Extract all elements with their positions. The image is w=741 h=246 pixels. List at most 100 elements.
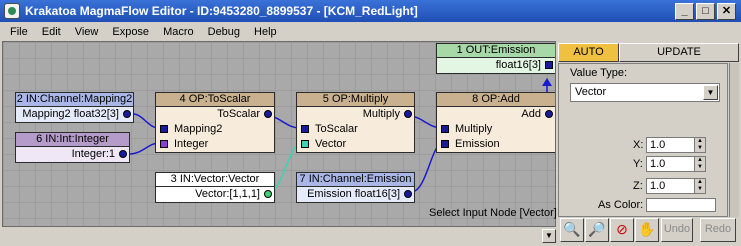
- node-op-multiply-header: 5 OP:Multiply: [297, 93, 414, 107]
- input-port-icon[interactable]: [301, 140, 309, 148]
- value-type-value: Vector: [575, 86, 607, 98]
- port-label: float16[3]: [495, 59, 541, 71]
- node-op-multiply-input-vector: Vector: [297, 137, 414, 152]
- menu-edit[interactable]: Edit: [35, 26, 68, 38]
- port-label: Mapping2 float32[3]: [22, 108, 119, 120]
- node-op-toscalar[interactable]: 4 OP:ToScalar ToScalar Mapping2 Integer: [155, 92, 275, 153]
- close-button[interactable]: ✕: [717, 2, 736, 20]
- spinner-arrows-icon[interactable]: ▲ ▼: [694, 179, 705, 193]
- app-icon: [4, 3, 20, 19]
- node-in-vector-header: 3 IN:Vector:Vector: [156, 173, 274, 187]
- menu-file[interactable]: File: [3, 26, 35, 38]
- output-port-icon[interactable]: [119, 150, 127, 158]
- node-in-integer[interactable]: 6 IN:Int:Integer Integer:1: [15, 132, 130, 163]
- input-port-icon[interactable]: [545, 61, 553, 69]
- port-label: Add: [521, 108, 541, 120]
- x-spinner[interactable]: 1.0 ▲ ▼: [646, 137, 706, 153]
- output-port-icon[interactable]: [404, 190, 412, 198]
- spinner-arrows-icon[interactable]: ▲ ▼: [694, 157, 705, 171]
- port-label: Mapping2: [174, 123, 223, 135]
- panel-scrollbar[interactable]: [729, 63, 739, 217]
- input-port-icon[interactable]: [160, 125, 168, 133]
- zoom-off-icon[interactable]: ⊘: [610, 218, 634, 242]
- output-port-icon[interactable]: [545, 110, 553, 118]
- node-in-emission[interactable]: 7 IN:Channel:Emission Emission float16[3…: [296, 172, 415, 203]
- node-op-add-header: 8 OP:Add: [437, 93, 555, 107]
- undo-button[interactable]: Undo: [661, 218, 693, 242]
- node-op-add-input-emission: Emission: [437, 137, 555, 152]
- z-spinner[interactable]: 1.0 ▲ ▼: [646, 178, 706, 194]
- spinner-arrows-icon[interactable]: ▲ ▼: [694, 138, 705, 152]
- node-op-toscalar-output: ToScalar: [156, 107, 274, 122]
- x-label: X:: [633, 139, 644, 151]
- menu-bar: File Edit View Expose Macro Debug Help: [0, 22, 741, 41]
- minimize-button[interactable]: _: [675, 2, 694, 20]
- z-value: 1.0: [650, 180, 666, 192]
- node-op-add[interactable]: 8 OP:Add Add Multiply Emission: [436, 92, 555, 153]
- port-label: ToScalar: [315, 123, 358, 135]
- color-swatch[interactable]: [646, 198, 716, 212]
- menu-help[interactable]: Help: [247, 26, 284, 38]
- port-label: Integer:1: [71, 148, 115, 160]
- port-label: Vector: [315, 138, 347, 150]
- input-port-icon[interactable]: [301, 125, 309, 133]
- menu-view[interactable]: View: [68, 26, 106, 38]
- canvas-scrollbar[interactable]: ▼: [2, 229, 556, 243]
- status-text: Select Input Node [Vector]: [429, 207, 557, 219]
- value-type-select[interactable]: Vector ▼: [570, 83, 720, 102]
- node-op-toscalar-input-mapping2: Mapping2: [156, 122, 274, 137]
- node-in-mapping2-header: 2 IN:Channel:Mapping2: [16, 93, 133, 107]
- node-op-multiply-input-toscalar: ToScalar: [297, 122, 414, 137]
- output-port-icon[interactable]: [264, 110, 272, 118]
- node-out-emission[interactable]: 1 OUT:Emission float16[3]: [436, 43, 555, 74]
- menu-expose[interactable]: Expose: [105, 26, 156, 38]
- y-label: Y:: [633, 158, 643, 170]
- port-label: Emission: [455, 138, 500, 150]
- node-op-add-input-multiply: Multiply: [437, 122, 555, 137]
- input-port-icon[interactable]: [160, 140, 168, 148]
- tab-update[interactable]: UPDATE: [619, 43, 739, 62]
- node-op-toscalar-input-integer: Integer: [156, 137, 274, 152]
- node-in-vector-port: Vector:[1,1,1]: [156, 187, 274, 202]
- node-op-multiply-output: Multiply: [297, 107, 414, 122]
- node-in-emission-port: Emission float16[3]: [297, 187, 414, 202]
- title-bar: Krakatoa MagmaFlow Editor - ID:9453280_8…: [0, 0, 741, 22]
- zoom-icon[interactable]: 🔍: [560, 218, 584, 242]
- output-port-icon[interactable]: [123, 110, 131, 118]
- input-port-icon[interactable]: [441, 125, 449, 133]
- pan-hand-icon[interactable]: ✋: [635, 218, 659, 242]
- node-in-mapping2[interactable]: 2 IN:Channel:Mapping2 Mapping2 float32[3…: [15, 92, 134, 123]
- as-color-label: As Color:: [598, 199, 644, 211]
- redo-button[interactable]: Redo: [700, 218, 736, 242]
- port-label: ToScalar: [217, 108, 260, 120]
- node-out-emission-port: float16[3]: [437, 58, 555, 73]
- menu-macro[interactable]: Macro: [156, 26, 201, 38]
- panel-tabs: AUTO UPDATE: [558, 43, 739, 62]
- node-in-vector[interactable]: 3 IN:Vector:Vector Vector:[1,1,1]: [155, 172, 275, 203]
- chevron-down-icon[interactable]: ▼: [542, 229, 556, 243]
- node-op-multiply[interactable]: 5 OP:Multiply Multiply ToScalar Vector: [296, 92, 415, 153]
- y-value: 1.0: [650, 158, 666, 170]
- port-label: Integer: [174, 138, 209, 150]
- node-in-integer-port: Integer:1: [16, 147, 129, 162]
- chevron-down-icon[interactable]: ▼: [703, 85, 718, 100]
- input-port-icon[interactable]: [441, 140, 449, 148]
- port-label: Multiply: [362, 108, 400, 120]
- port-label: Multiply: [455, 123, 493, 135]
- z-label: Z:: [633, 180, 643, 192]
- output-port-icon[interactable]: [404, 110, 412, 118]
- node-op-toscalar-header: 4 OP:ToScalar: [156, 93, 274, 107]
- node-out-emission-header: 1 OUT:Emission: [437, 44, 555, 58]
- node-op-add-output: Add: [437, 107, 555, 122]
- port-label: Vector:[1,1,1]: [195, 188, 260, 200]
- node-in-mapping2-port: Mapping2 float32[3]: [16, 107, 133, 122]
- node-canvas[interactable]: 1 OUT:Emission float16[3] 2 IN:Channel:M…: [2, 41, 556, 227]
- output-port-icon[interactable]: [264, 190, 272, 198]
- tab-auto[interactable]: AUTO: [558, 43, 619, 62]
- value-type-label: Value Type:: [570, 67, 628, 79]
- menu-debug[interactable]: Debug: [201, 26, 247, 38]
- y-spinner[interactable]: 1.0 ▲ ▼: [646, 156, 706, 172]
- node-in-integer-header: 6 IN:Int:Integer: [16, 133, 129, 147]
- zoom-extents-icon[interactable]: 🔎: [585, 218, 609, 242]
- maximize-button[interactable]: □: [696, 2, 715, 20]
